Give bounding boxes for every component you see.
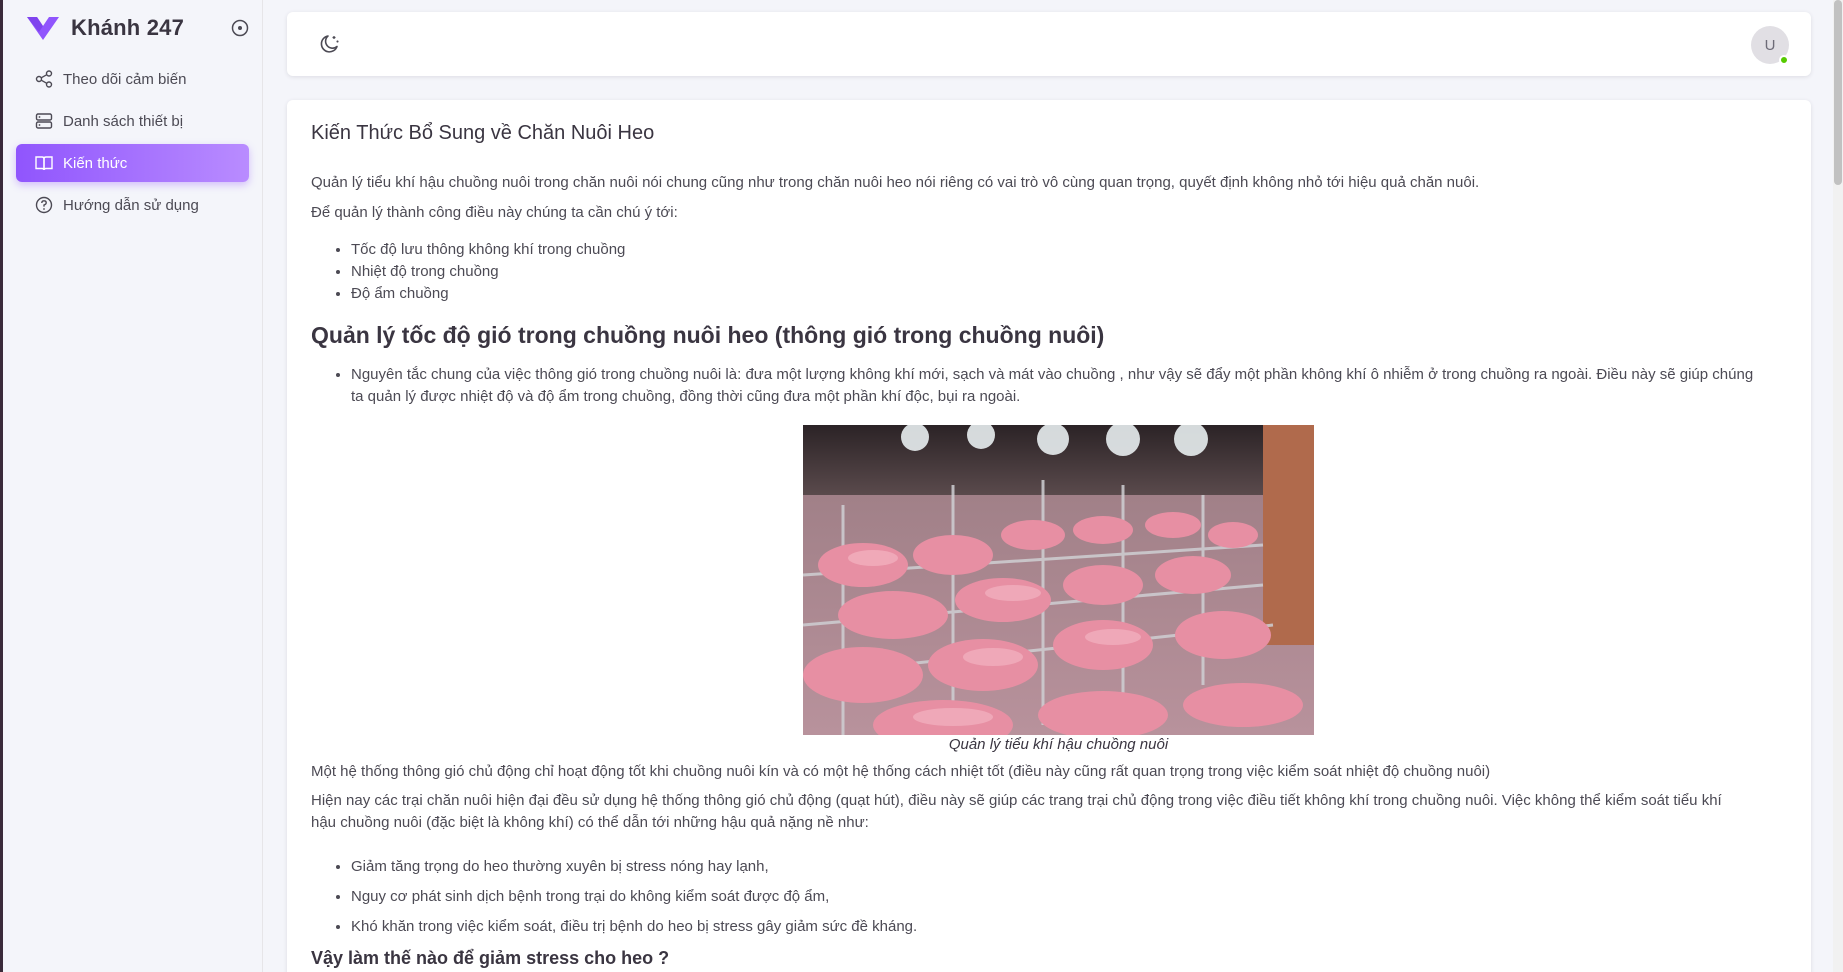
ventilation-paragraph: Một hệ thống thông gió chủ động chỉ hoạt… xyxy=(311,763,1491,780)
factors-list: Tốc độ lưu thông không khí trong chuồng … xyxy=(351,239,625,305)
modern-farms-line-1: Hiện nay các trại chăn nuôi hiện đại đều… xyxy=(311,792,1722,809)
sidebar-item-label: Hướng dẫn sử dụng xyxy=(63,196,199,214)
brand-name: Khánh 247 xyxy=(71,15,185,40)
image-caption: Quản lý tiểu khí hậu chuồng nuôi xyxy=(948,736,1169,753)
book-open-icon xyxy=(34,153,54,173)
principle-line-2: ta quản lý được nhiệt độ và độ ẩm trong … xyxy=(351,388,1021,405)
sidebar-item-label: Theo dõi cảm biến xyxy=(63,70,187,88)
sidebar-item-label: Kiến thức xyxy=(63,154,128,172)
pig-farm-image xyxy=(803,425,1314,735)
modern-farms-paragraph: Hiện nay các trại chăn nuôi hiện đại đều… xyxy=(311,790,1787,834)
list-item: Nguyên tắc chung của việc thông gió tron… xyxy=(351,364,1787,408)
page-title: Kiến Thức Bổ Sung về Chăn Nuôi Heo xyxy=(311,122,655,144)
knowledge-card: Kiến Thức Bổ Sung về Chăn Nuôi Heo Quản … xyxy=(287,100,1811,972)
sidebar-item-knowledge[interactable]: Kiến thức xyxy=(16,144,249,182)
intro-paragraph-2: Để quản lý thành công điều này chúng ta … xyxy=(311,204,678,221)
help-circle-icon xyxy=(34,195,54,215)
section-heading: Quản lý tốc độ gió trong chuồng nuôi heo… xyxy=(311,322,1105,348)
list-item: Nhiệt độ trong chuồng xyxy=(351,261,625,283)
list-item: Độ ẩm chuồng xyxy=(351,283,625,305)
list-item: Giảm tăng trọng do heo thường xuyên bị s… xyxy=(351,852,917,882)
intro-paragraph: Quản lý tiểu khí hậu chuồng nuôi trong c… xyxy=(311,174,1480,191)
list-item: Khó khăn trong việc kiểm soát, điều trị … xyxy=(351,912,917,942)
sidebar-item-sensors[interactable]: Theo dõi cảm biến xyxy=(16,60,249,98)
sidebar-item-devices[interactable]: Danh sách thiết bị xyxy=(16,102,249,140)
consequences-list: Giảm tăng trọng do heo thường xuyên bị s… xyxy=(351,852,917,942)
sidebar-item-label: Danh sách thiết bị xyxy=(63,112,184,130)
moon-icon[interactable] xyxy=(318,32,342,56)
share-nodes-icon xyxy=(34,69,54,89)
brand[interactable]: Khánh 247 xyxy=(25,14,184,42)
sidebar: Khánh 247 Theo dõi cảm biến Danh sách th… xyxy=(3,0,263,972)
pig-barn-illustration xyxy=(803,425,1314,735)
server-icon xyxy=(34,111,54,131)
list-item: Nguy cơ phát sinh dịch bệnh trong trại d… xyxy=(351,882,917,912)
sidebar-item-guide[interactable]: Hướng dẫn sử dụng xyxy=(16,186,249,224)
list-item: Tốc độ lưu thông không khí trong chuồng xyxy=(351,239,625,261)
page-scrollbar[interactable] xyxy=(1833,0,1843,972)
scrollbar-thumb[interactable] xyxy=(1834,0,1842,185)
modern-farms-line-2: hậu chuồng nuôi (đặc biệt là không khí) … xyxy=(311,814,869,831)
online-status-dot xyxy=(1779,55,1789,65)
sidebar-toggle-icon[interactable] xyxy=(230,18,250,38)
principle-list: Nguyên tắc chung của việc thông gió tron… xyxy=(351,364,1787,408)
brand-logo-icon xyxy=(27,17,59,40)
top-bar: U xyxy=(287,12,1811,76)
stress-heading: Vậy làm thế nào để giảm stress cho heo ? xyxy=(311,948,670,968)
principle-line-1: Nguyên tắc chung của việc thông gió tron… xyxy=(351,366,1754,383)
sidebar-nav: Theo dõi cảm biến Danh sách thiết bị Kiế… xyxy=(16,60,249,228)
